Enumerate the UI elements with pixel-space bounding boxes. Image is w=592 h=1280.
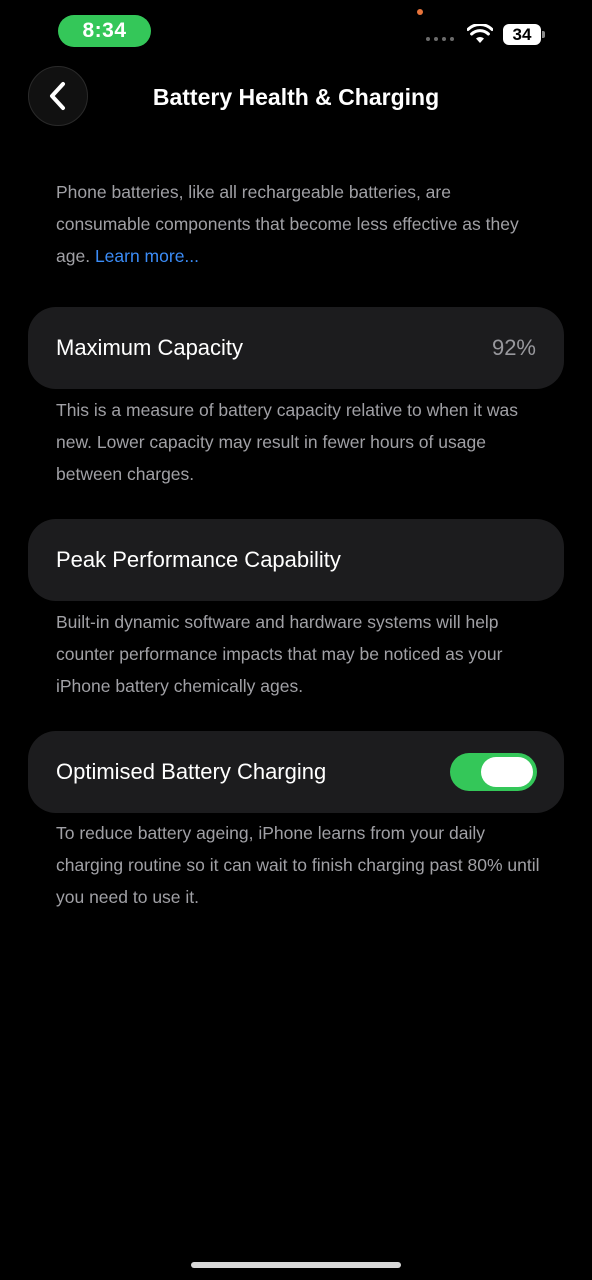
optimised-charging-description: To reduce battery ageing, iPhone learns … [56, 823, 540, 907]
peak-performance-row: Peak Performance Capability [28, 519, 564, 601]
toggle-knob [481, 757, 533, 787]
battery-level: 34 [512, 24, 532, 44]
status-bar: 8:34 34 [0, 0, 592, 60]
maximum-capacity-value: 92% [491, 335, 536, 360]
maximum-capacity-row: Maximum Capacity 92% [28, 307, 564, 389]
battery-icon: 34 [503, 24, 541, 45]
peak-performance-description: Built-in dynamic software and hardware s… [56, 612, 503, 696]
maximum-capacity-description: This is a measure of battery capacity re… [56, 400, 519, 484]
optimised-charging-row: Optimised Battery Charging [28, 731, 564, 813]
maximum-capacity-label: Maximum Capacity [56, 335, 244, 360]
learn-more-link[interactable]: Learn more... [95, 246, 199, 266]
home-indicator[interactable] [191, 1262, 401, 1268]
optimised-charging-toggle[interactable] [450, 753, 537, 791]
battery-tip [542, 31, 545, 38]
peak-performance-label: Peak Performance Capability [56, 547, 341, 572]
intro-description: Phone batteries, like all rechargeable b… [56, 176, 546, 272]
privacy-indicator-dot [417, 9, 423, 15]
page-title: Battery Health & Charging [152, 84, 440, 110]
status-time[interactable]: 8:34 [58, 15, 151, 47]
wifi-icon [467, 24, 493, 43]
optimised-charging-label: Optimised Battery Charging [56, 759, 327, 784]
signal-dots-icon [426, 37, 454, 41]
